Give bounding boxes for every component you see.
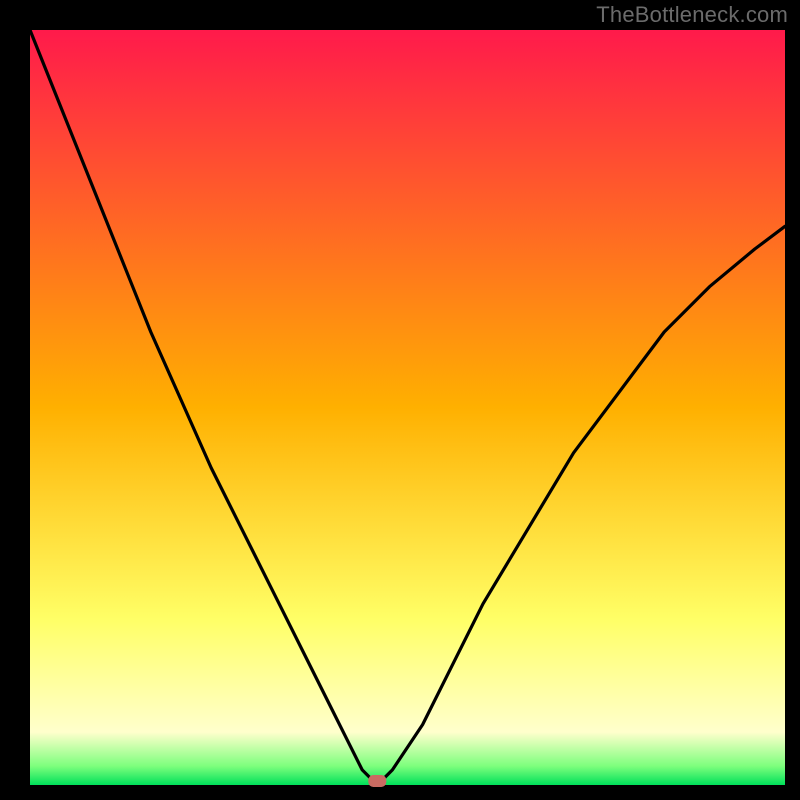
minimum-marker [368,775,386,787]
plot-background [30,30,785,785]
chart-frame: TheBottleneck.com [0,0,800,800]
bottleneck-chart [0,0,800,800]
